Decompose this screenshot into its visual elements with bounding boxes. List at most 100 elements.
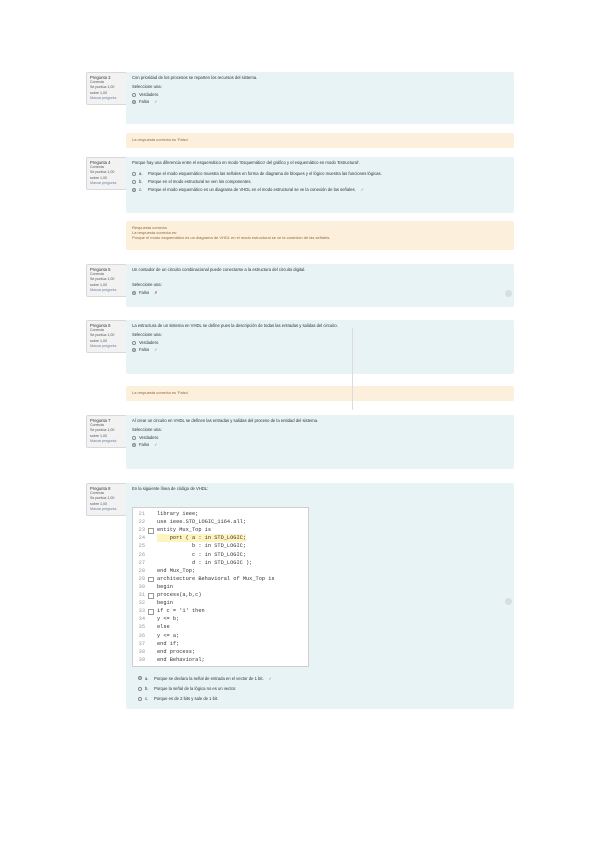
code-line-number: 35 <box>138 624 145 631</box>
option-false[interactable]: Falso ✓ <box>132 99 508 104</box>
code-line-text: y <= a; <box>157 632 180 639</box>
option-label: Porque el modo esquemático es un diagram… <box>148 187 356 193</box>
correct-check-icon: ✓ <box>154 442 158 448</box>
code-line-number: 24 <box>138 535 145 542</box>
radio-selected-icon[interactable] <box>132 347 136 352</box>
right-answer-detail: Porque el modo esquemático es un diagram… <box>132 235 331 241</box>
option-true[interactable]: Verdadero <box>132 340 508 345</box>
code-line-text: use ieee.STD_LOGIC_1164.all; <box>157 519 247 526</box>
radio-icon[interactable] <box>138 697 142 702</box>
radio-selected-icon[interactable] <box>132 290 136 295</box>
question-info: Pregunta 8 Correcta Se puntúa 1,00 sobre… <box>86 483 127 517</box>
fold-toggle-icon[interactable] <box>148 528 154 534</box>
option-label: Verdadero <box>139 434 159 440</box>
scroll-indicator[interactable] <box>505 290 512 297</box>
option-false[interactable]: Falso ✓ <box>132 347 508 352</box>
code-line-number: 25 <box>138 543 145 550</box>
radio-selected-icon[interactable] <box>132 442 136 447</box>
question-text: En la siguiente línea de código de VHDL: <box>132 486 209 491</box>
option-c[interactable]: c. Porque el modo esquemático es un diag… <box>132 187 508 192</box>
code-line-number: 27 <box>138 559 145 566</box>
radio-selected-icon[interactable] <box>132 187 136 192</box>
question-marks: Se puntúa 1,00 sobre 1,00 <box>90 333 115 343</box>
flag-question-link[interactable]: Marcar pregunta <box>90 181 124 186</box>
option-label: Falso <box>139 99 150 105</box>
radio-icon[interactable] <box>132 340 136 345</box>
fold-toggle-icon[interactable] <box>148 609 154 615</box>
option-true[interactable]: Verdadero <box>132 92 508 97</box>
option-b[interactable]: b. Porque en el modo estructural se ven … <box>132 179 508 184</box>
right-answer-text: La respuesta correcta es 'Falso' <box>132 137 189 142</box>
select-label: Seleccione una: <box>132 84 162 90</box>
option-true[interactable]: Verdadero <box>132 435 508 440</box>
code-line-text: else <box>157 624 170 631</box>
question-marks: Se puntúa 1,00 sobre 1,00 <box>90 170 115 180</box>
option-a[interactable]: a. Porque el modo esquemático muestra la… <box>132 171 508 176</box>
code-line-number: 28 <box>138 567 145 574</box>
code-line-number: 30 <box>138 583 145 590</box>
code-line-number: 32 <box>138 600 145 607</box>
option-letter: c. <box>139 187 143 193</box>
scroll-indicator[interactable] <box>505 598 512 605</box>
feedback-box: La respuesta correcta es 'Falso' <box>126 133 514 148</box>
option-label: Porque se declara la señal de entrada en… <box>154 675 264 681</box>
question-marks: Se puntúa 1,00 sobre 1,00 <box>90 496 115 506</box>
code-line-text: architecture Behavioral of Mux_Top is <box>157 575 275 582</box>
question-content: Al crear un circuito en VHDL se definen … <box>126 415 514 469</box>
radio-icon[interactable] <box>132 435 136 440</box>
radio-icon[interactable] <box>138 686 142 691</box>
option-a[interactable]: a. Porque se declara la señal de entrada… <box>138 676 508 681</box>
code-line-number: 37 <box>138 640 145 647</box>
radio-icon[interactable] <box>132 92 136 97</box>
option-letter: b. <box>145 685 149 691</box>
correct-check-icon: ✓ <box>268 675 273 681</box>
radio-icon[interactable] <box>132 180 136 185</box>
question-info: Pregunta 4 Correcta Se puntúa 1,00 sobre… <box>86 157 127 191</box>
option-label: Porque la señal de la lógica no es un ve… <box>154 685 237 691</box>
question-info: Pregunta 6 Correcta Se puntúa 1,00 sobre… <box>86 320 127 354</box>
code-line-text: process(a,b,c) <box>157 592 202 598</box>
fold-toggle-icon[interactable] <box>148 576 154 583</box>
code-line-number: 29 <box>138 575 145 582</box>
feedback-box: La respuesta correcta es 'Falso' <box>126 386 514 401</box>
question-info: Pregunta 3 Correcta Se puntúa 1,00 sobre… <box>86 72 127 106</box>
question-text: Un contador de un circuito combinacional… <box>132 267 306 272</box>
code-line-text: entity Mux_Top is <box>157 527 212 534</box>
code-line-number: 38 <box>138 648 145 655</box>
flag-question-link[interactable]: Marcar pregunta <box>90 344 124 349</box>
radio-selected-icon[interactable] <box>138 676 142 681</box>
option-false[interactable]: Falso ✓ <box>132 442 508 447</box>
code-line-number: 39 <box>138 656 145 663</box>
code-line-text: end process; <box>157 648 196 655</box>
fold-toggle-icon[interactable] <box>148 593 154 599</box>
radio-selected-icon[interactable] <box>132 99 136 104</box>
option-label: Falso <box>139 347 150 353</box>
question-content: La estructura de un sistema en VHDL se d… <box>126 320 514 374</box>
option-label: Verdadero <box>139 339 159 345</box>
option-label: Verdadero <box>139 91 159 97</box>
code-line-number: 34 <box>138 616 145 623</box>
flag-question-link[interactable]: Marcar pregunta <box>90 439 124 444</box>
correct-check-icon: ✓ <box>154 347 158 353</box>
option-letter: b. <box>139 179 143 185</box>
radio-icon[interactable] <box>132 172 136 177</box>
right-answer-text: La respuesta correcta es 'Falso' <box>132 390 189 395</box>
option-label: Porque en el modo estructural se ven los… <box>148 179 252 185</box>
option-b[interactable]: b. Porque la señal de la lógica no es un… <box>138 686 508 691</box>
flag-question-link[interactable]: Marcar pregunta <box>90 288 124 293</box>
option-c[interactable]: c. Porque es de 2 bits y sale de 1 bit. <box>138 696 508 701</box>
option-false[interactable]: Falso ✗ <box>132 290 508 295</box>
divider-line <box>352 328 353 410</box>
code-line-number: 33 <box>138 608 145 615</box>
option-letter: c. <box>145 696 149 702</box>
question-info: Pregunta 7 Correcta Se puntúa 1,00 sobre… <box>86 415 127 449</box>
code-editor-image: 21 library ieee; 22 use ieee.STD_LOGIC_1164… <box>132 507 309 667</box>
question-text: La estructura de un sistema en VHDL se d… <box>132 323 338 328</box>
flag-question-link[interactable]: Marcar pregunta <box>90 96 124 101</box>
code-line-text: begin <box>157 583 173 590</box>
code-line-number: 36 <box>138 632 145 639</box>
code-line-text: end if; <box>157 640 180 647</box>
code-line-text: if c = '1' then <box>157 608 205 615</box>
question-info: Pregunta 5 Correcta Se puntúa 1,00 sobre… <box>86 264 127 298</box>
flag-question-link[interactable]: Marcar pregunta <box>90 507 124 512</box>
